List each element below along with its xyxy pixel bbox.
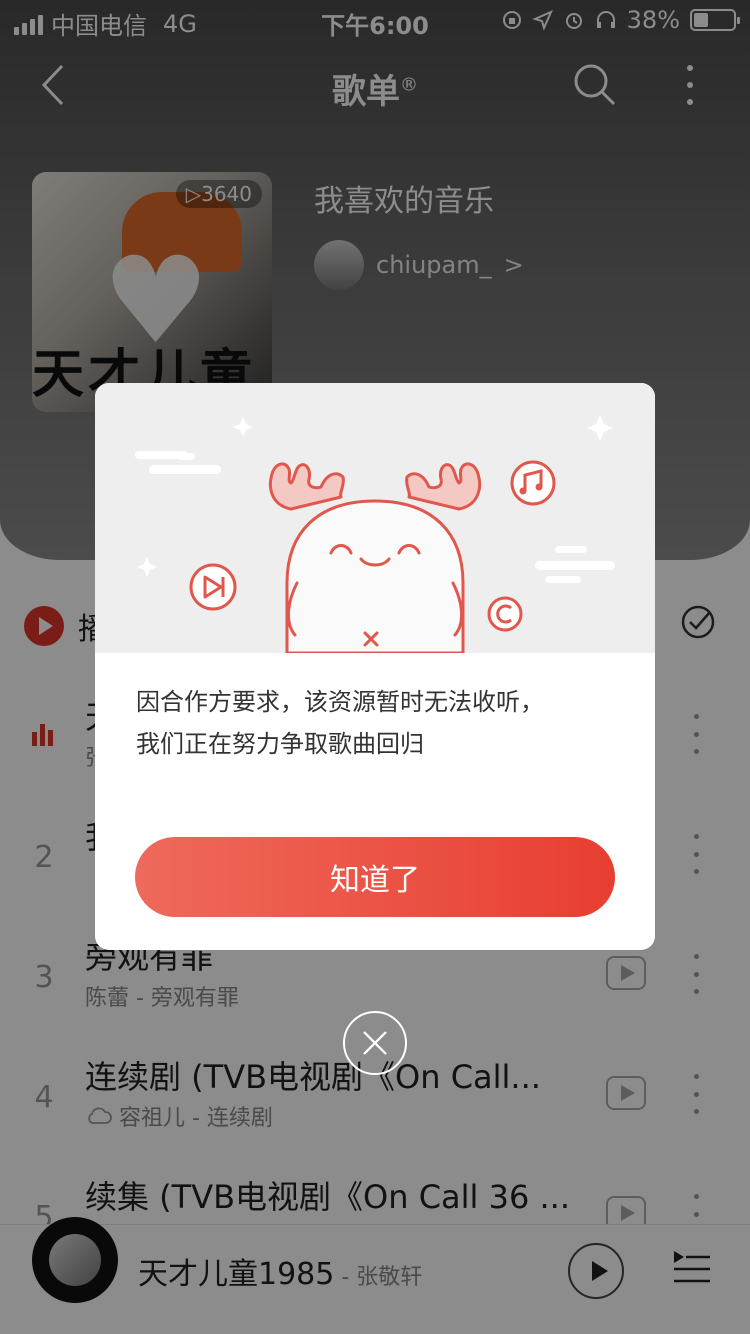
copyright-icon [487,596,523,632]
close-icon[interactable] [343,1011,407,1075]
mascot-illustration [95,383,655,653]
confirm-button[interactable]: 知道了 [135,837,615,917]
music-note-icon [510,460,556,506]
unavailable-dialog: 因合作方要求，该资源暂时无法收听， 我们正在努力争取歌曲回归 知道了 [95,383,655,950]
dialog-message: 因合作方要求，该资源暂时无法收听， 我们正在努力争取歌曲回归 [136,688,544,758]
skip-icon [189,563,237,611]
